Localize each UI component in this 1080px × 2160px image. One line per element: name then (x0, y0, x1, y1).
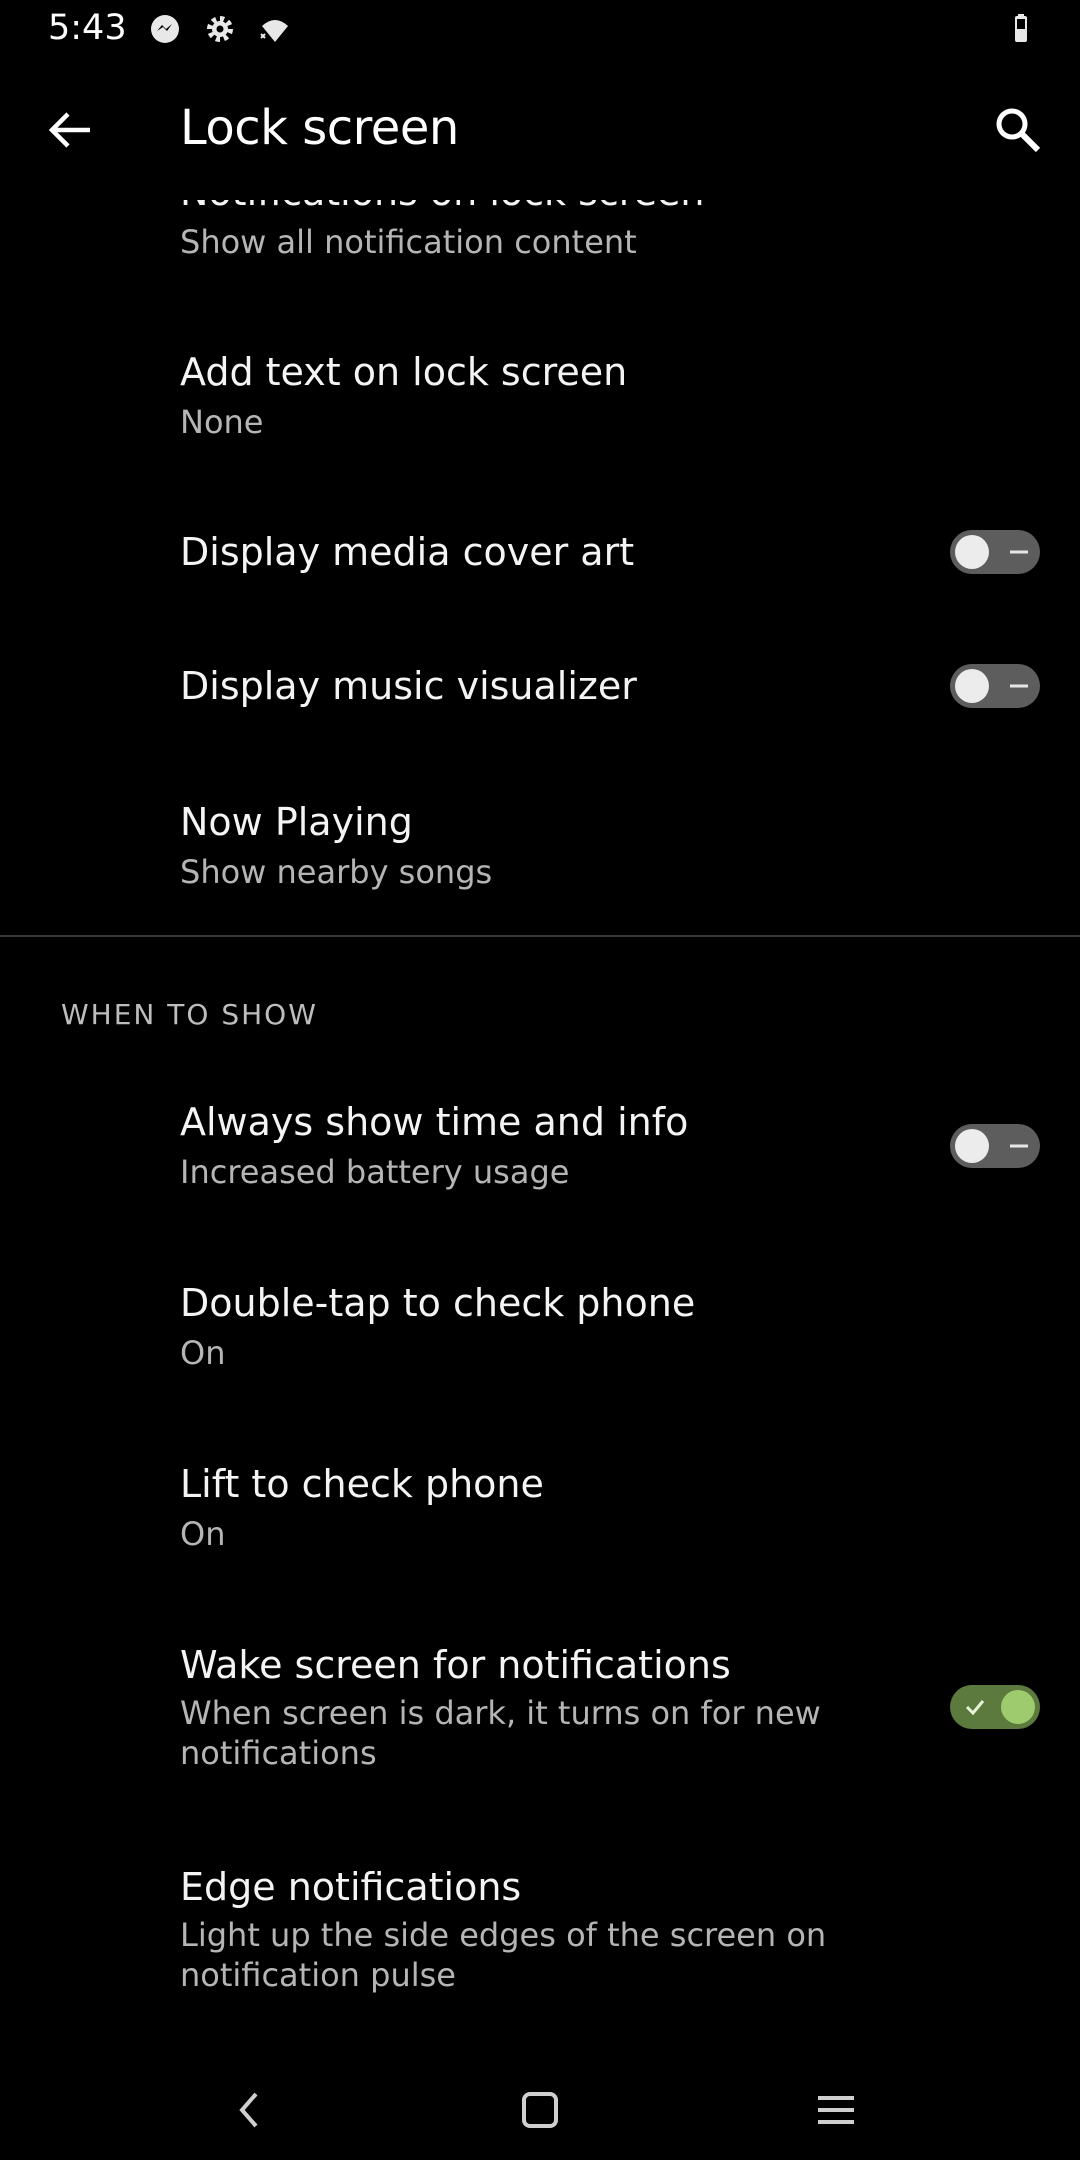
item-subtitle: On (180, 1515, 226, 1553)
back-arrow-icon[interactable] (42, 100, 102, 160)
item-title: Now Playing (180, 800, 413, 844)
item-subtitle: None (180, 403, 264, 441)
toggle-knob (955, 1129, 989, 1163)
item-subtitle: Light up the side edges of the screen on… (180, 1916, 827, 1994)
item-title: Lift to check phone (180, 1462, 544, 1506)
wake-screen-toggle[interactable] (950, 1685, 1040, 1729)
status-time: 5:43 (48, 8, 127, 48)
nav-recents-icon[interactable] (808, 2082, 864, 2138)
settings-icon (207, 16, 233, 42)
item-title: Edge notifications (180, 1865, 522, 1909)
item-subtitle: Show all notification content (180, 223, 637, 261)
toggle-off-dash-icon (1010, 550, 1028, 554)
item-title: Display music visualizer (180, 664, 637, 708)
wifi-icon (260, 20, 288, 42)
item-subtitle: Show nearby songs (180, 853, 493, 891)
item-title: Add text on lock screen (180, 350, 628, 394)
section-divider (0, 935, 1080, 937)
nav-home-icon[interactable] (512, 2082, 568, 2138)
always-show-time-toggle[interactable] (950, 1124, 1040, 1168)
list-item-add-text[interactable]: Add text on lock screen None (0, 340, 1080, 480)
list-item-always-show-time[interactable]: Always show time and info Increased batt… (0, 1090, 1080, 1230)
list-item-music-visualizer[interactable]: Display music visualizer (0, 654, 1080, 764)
item-title: Double-tap to check phone (180, 1281, 696, 1325)
toggle-knob (955, 535, 989, 569)
item-title: Wake screen for notifications (180, 1643, 731, 1687)
list-item-double-tap[interactable]: Double-tap to check phone On (0, 1271, 1080, 1411)
media-cover-art-toggle[interactable] (950, 530, 1040, 574)
page-title: Lock screen (180, 100, 459, 156)
item-subtitle: On (180, 1334, 226, 1372)
list-item-now-playing[interactable]: Now Playing Show nearby songs (0, 790, 1080, 930)
app-bar: Lock screen (0, 60, 1080, 200)
list-item-wake-screen[interactable]: Wake screen for notifications When scree… (0, 1633, 1080, 1813)
toggle-knob (955, 669, 989, 703)
item-subtitle: When screen is dark, it turns on for new… (180, 1694, 821, 1772)
item-title: Always show time and info (180, 1100, 689, 1144)
music-visualizer-toggle[interactable] (950, 664, 1040, 708)
settings-list: Notifications on lock screen Show all no… (0, 0, 1080, 2060)
navigation-bar (0, 2060, 1080, 2160)
list-item-edge-notifications[interactable]: Edge notifications Light up the side edg… (0, 1855, 1080, 2035)
section-header-when-to-show: WHEN TO SHOW (61, 998, 318, 1031)
search-icon[interactable] (990, 102, 1046, 158)
toggle-off-dash-icon (1010, 1144, 1028, 1148)
list-item-media-cover-art[interactable]: Display media cover art (0, 520, 1080, 630)
checkmark-icon (965, 1700, 985, 1716)
battery-icon (1015, 14, 1027, 42)
item-title: Display media cover art (180, 530, 635, 574)
nav-back-icon[interactable] (222, 2082, 278, 2138)
toggle-knob (1001, 1690, 1035, 1724)
list-item-lift-to-check[interactable]: Lift to check phone On (0, 1452, 1080, 1592)
status-bar: 5:43 (0, 0, 1080, 60)
toggle-off-dash-icon (1010, 684, 1028, 688)
item-subtitle: Increased battery usage (180, 1153, 570, 1191)
messenger-icon (151, 15, 179, 43)
